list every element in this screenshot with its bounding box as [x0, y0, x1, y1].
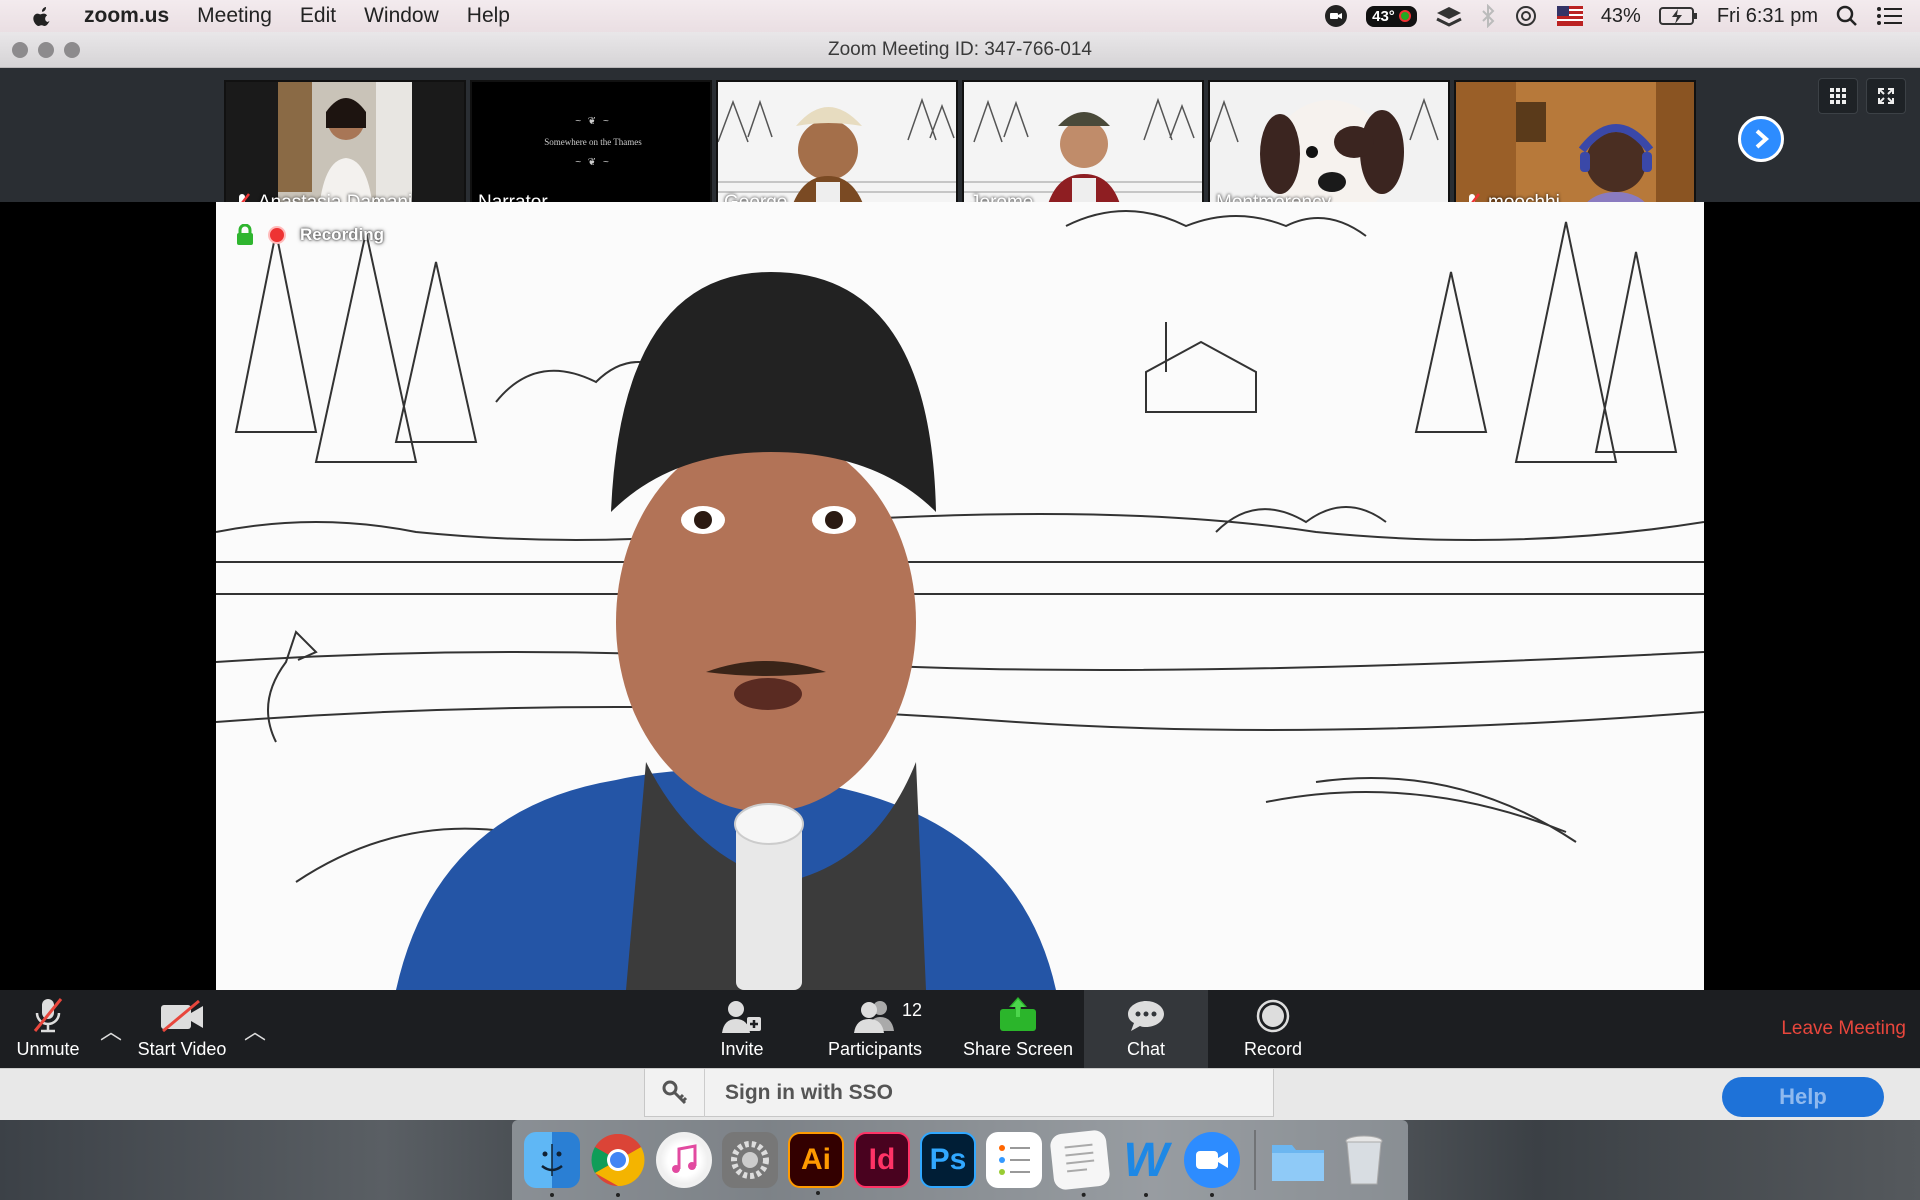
dock-separator [1254, 1130, 1256, 1190]
background-login-window: Sign in with SSO Help [0, 1068, 1920, 1120]
record-icon [1256, 999, 1290, 1033]
help-button[interactable]: Help [1722, 1077, 1884, 1117]
chat-bubble-icon [1128, 1001, 1164, 1031]
lock-icon[interactable] [236, 224, 254, 246]
start-video-button[interactable]: Start Video [136, 990, 228, 1068]
meeting-status-row: Recording [236, 224, 384, 246]
participants-icon [854, 1001, 894, 1033]
participant-thumb[interactable]: Montmorency [1208, 80, 1450, 218]
narrator-slide: ~ ❦ ~ Somewhere on the Thames ~ ❦ ~ [472, 116, 710, 168]
video-options-chevron-icon[interactable]: ︿ [244, 1014, 266, 1046]
narrator-slide-text: Somewhere on the Thames [544, 137, 642, 147]
bluetooth-icon[interactable] [1481, 4, 1495, 28]
help-label: Help [1779, 1084, 1827, 1109]
chat-button[interactable]: Chat [1084, 990, 1208, 1068]
next-page-button[interactable] [1738, 116, 1784, 162]
system-preferences-icon[interactable] [722, 1132, 778, 1188]
participant-thumb[interactable]: moochhi [1454, 80, 1696, 218]
participant-thumb[interactable]: Anastasia Damani [224, 80, 466, 218]
invite-label: Invite [720, 1039, 764, 1059]
menu-app-name[interactable]: zoom.us [84, 4, 169, 28]
weather-badge[interactable]: 43° [1366, 5, 1417, 27]
video-off-icon [161, 999, 203, 1033]
active-speaker-stage: Recording [0, 202, 1920, 990]
recording-label: Recording [300, 225, 385, 244]
camera-status-icon[interactable] [1324, 4, 1348, 28]
stack-icon[interactable] [1435, 5, 1463, 27]
spotlight-search-icon[interactable] [1836, 5, 1858, 27]
chevron-right-icon [1755, 129, 1770, 149]
illustrator-label: Ai [801, 1143, 831, 1176]
close-window-button[interactable] [12, 42, 28, 58]
meeting-toolbar: Unmute ︿ Start Video ︿ Invite Participan… [0, 990, 1920, 1068]
participant-thumb[interactable]: ~ ❦ ~ Somewhere on the Thames ~ ❦ ~ Narr… [470, 80, 712, 218]
menu-clock[interactable]: Fri 6:31 pm [1717, 5, 1818, 28]
share-screen-button[interactable]: Share Screen [962, 990, 1074, 1068]
indesign-icon[interactable]: Id [854, 1132, 910, 1188]
us-flag-icon[interactable] [1556, 6, 1583, 26]
airplay-icon[interactable] [1513, 5, 1539, 27]
active-speaker-video[interactable]: Recording [216, 202, 1704, 990]
illustrator-icon[interactable]: Ai [788, 1132, 844, 1195]
reminders-icon[interactable] [986, 1132, 1042, 1188]
leave-meeting-button[interactable]: Leave Meeting [1781, 1018, 1906, 1040]
audio-options-chevron-icon[interactable]: ︿ [100, 1014, 122, 1046]
share-screen-label: Share Screen [962, 1039, 1074, 1059]
start-video-label: Start Video [137, 1039, 227, 1059]
word-icon[interactable]: W [1118, 1132, 1174, 1197]
chat-label: Chat [1126, 1039, 1166, 1059]
itunes-icon[interactable] [656, 1132, 712, 1188]
recording-indicator-icon [268, 226, 286, 244]
participant-thumb[interactable]: George [716, 80, 958, 218]
zoom-icon[interactable] [1184, 1132, 1240, 1197]
grid-icon [1830, 88, 1846, 104]
photoshop-label: Ps [929, 1143, 967, 1176]
key-icon [645, 1068, 705, 1117]
window-controls [12, 42, 80, 58]
sketch-background [216, 210, 1704, 990]
view-controls [1818, 78, 1906, 114]
participants-label: Participants [827, 1039, 923, 1059]
fullscreen-button[interactable] [1866, 78, 1906, 114]
dock: Ai Id Ps W [512, 1120, 1408, 1200]
textedit-icon[interactable] [1049, 1129, 1111, 1198]
participants-count: 12 [902, 1000, 923, 1020]
window-titlebar[interactable]: Zoom Meeting ID: 347-766-014 [0, 32, 1920, 68]
trash-icon[interactable] [1336, 1132, 1392, 1188]
window-title: Zoom Meeting ID: 347-766-014 [827, 38, 1093, 60]
muted-mic-icon [33, 998, 63, 1033]
folder-icon[interactable] [1270, 1132, 1326, 1188]
battery-percent: 43% [1600, 4, 1641, 27]
share-screen-icon [1000, 997, 1036, 1031]
record-label: Record [1243, 1039, 1303, 1059]
menu-help[interactable]: Help [467, 4, 510, 28]
weather-dot-icon [1398, 10, 1411, 22]
menu-edit[interactable]: Edit [300, 4, 336, 28]
chrome-icon[interactable] [590, 1132, 646, 1197]
fullscreen-icon [1878, 88, 1894, 104]
unmute-label: Unmute [16, 1039, 80, 1059]
invite-button[interactable]: Invite [708, 990, 776, 1068]
sso-sign-in-button[interactable]: Sign in with SSO [644, 1068, 1274, 1117]
battery-charging-icon[interactable] [1658, 5, 1699, 27]
temperature-label: 43° [1372, 7, 1395, 25]
add-user-icon [722, 1001, 761, 1033]
menu-window[interactable]: Window [364, 4, 439, 28]
menu-bar: zoom.us Meeting Edit Window Help 43° 43%… [0, 0, 1920, 32]
notification-center-icon[interactable] [1876, 6, 1902, 26]
photoshop-icon[interactable]: Ps [920, 1132, 976, 1188]
minimize-window-button[interactable] [38, 42, 54, 58]
word-label: W [1123, 1133, 1169, 1187]
gallery-view-button[interactable] [1818, 78, 1858, 114]
finder-icon[interactable] [524, 1132, 580, 1197]
unmute-button[interactable]: Unmute [12, 990, 84, 1068]
zoom-window-button[interactable] [64, 42, 80, 58]
participant-thumb[interactable]: Jerome [962, 80, 1204, 218]
apple-icon[interactable] [30, 4, 54, 28]
menu-meeting[interactable]: Meeting [197, 4, 272, 28]
sso-label: Sign in with SSO [725, 1080, 893, 1104]
record-button[interactable]: Record [1240, 990, 1306, 1068]
indesign-label: Id [868, 1143, 896, 1176]
